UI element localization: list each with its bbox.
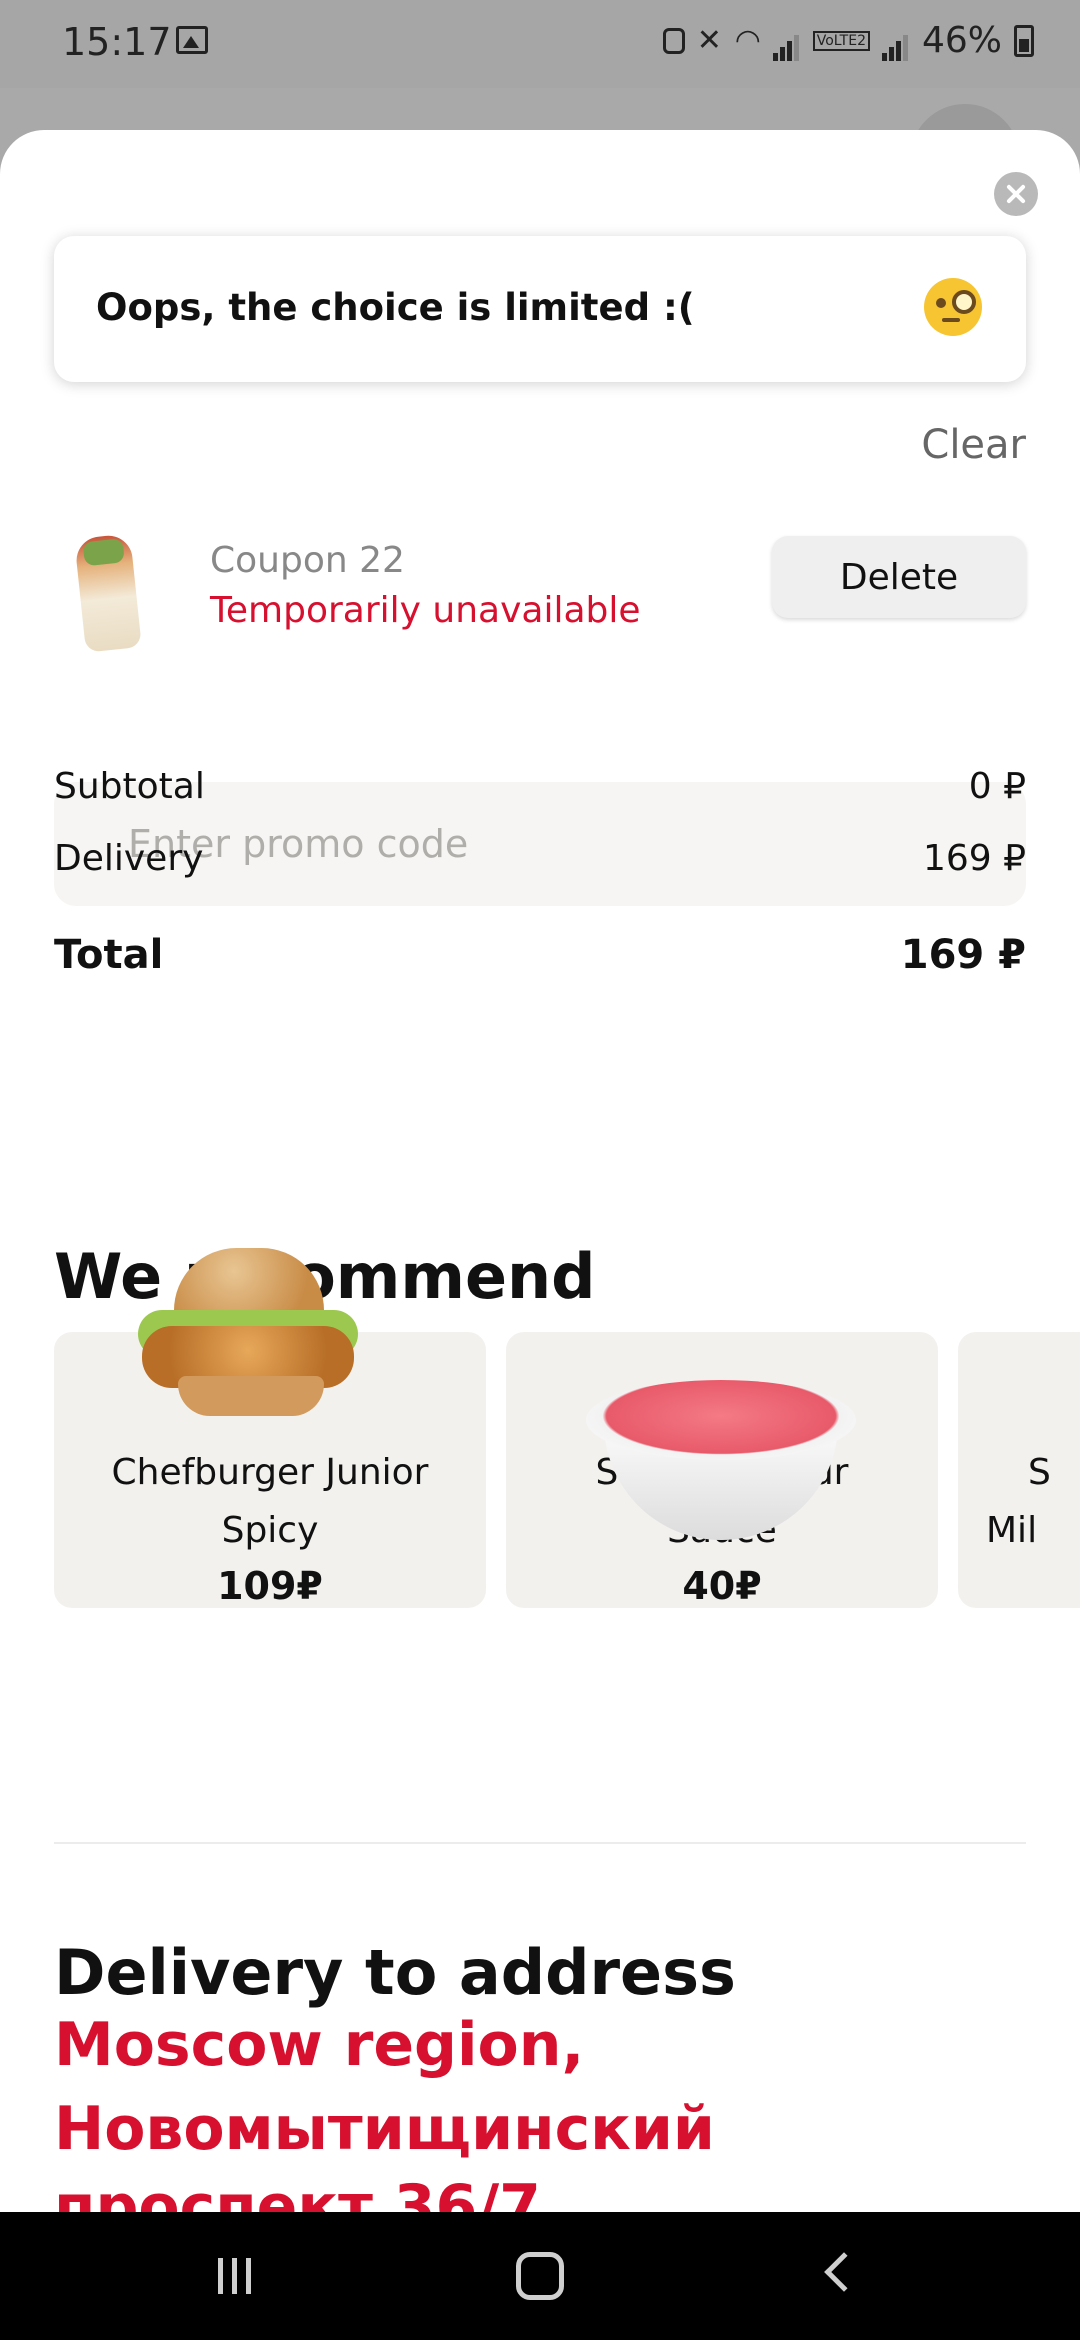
total-label: Total (54, 932, 164, 978)
card-name: Chefburger Junior Spicy (111, 1452, 429, 1551)
subtotal-label: Subtotal (54, 766, 205, 807)
close-icon[interactable] (994, 172, 1038, 216)
navigation-bar (0, 2212, 1080, 2340)
subtotal-value: 0 ₽ (968, 766, 1026, 807)
delivery-row: Delivery 169 ₽ (54, 838, 1026, 879)
subtotal-row: Subtotal 0 ₽ (54, 766, 1026, 807)
wifi-icon: ◠ (734, 22, 761, 58)
card-price: 40₽ (682, 1564, 762, 1608)
delivery-label: Delivery (54, 838, 204, 879)
monocle-face-icon (924, 278, 982, 336)
delivery-title: Delivery to address (54, 1936, 736, 2009)
blocker-icon (662, 27, 685, 54)
volte-lte2-icon: VoLTE2 (812, 30, 870, 51)
home-icon[interactable] (516, 2252, 564, 2300)
delete-button[interactable]: Delete (772, 536, 1026, 618)
gallery-icon (176, 26, 208, 54)
cart-sheet: Oops, the choice is limited :( Clear Cou… (0, 130, 1080, 2212)
status-time: 15:17 (62, 20, 172, 64)
recommend-card-partial[interactable]: S Mil (958, 1332, 1080, 1608)
divider (54, 1842, 1026, 1844)
coupon-name: Coupon 22 (210, 540, 405, 581)
recent-apps-icon[interactable] (218, 2258, 262, 2294)
address-line-2[interactable]: Новомытищинский (54, 2094, 715, 2164)
coupon-item: Coupon 22 Temporarily unavailable Delete (54, 532, 1026, 692)
sauce-image (586, 1380, 856, 1544)
total-row: Total 169 ₽ (54, 932, 1026, 978)
coupon-status: Temporarily unavailable (210, 590, 641, 631)
clear-button[interactable]: Clear (921, 422, 1026, 468)
status-icons: ✕ ◠ VoLTE2 46% (662, 20, 1034, 61)
signal-icon-2 (881, 20, 910, 61)
card-price: 109₽ (217, 1564, 323, 1608)
alert-text: Oops, the choice is limited :( (96, 286, 695, 329)
mute-icon: ✕ (696, 22, 722, 58)
chefburger-image (130, 1248, 362, 1418)
card-name: S Mil (986, 1452, 1051, 1551)
back-icon[interactable] (824, 2252, 864, 2292)
status-bar: 15:17 ✕ ◠ VoLTE2 46% (0, 0, 1080, 88)
signal-icon (772, 20, 801, 61)
total-value: 169 ₽ (900, 932, 1026, 978)
battery-icon (1014, 24, 1034, 57)
wrap-image (74, 533, 142, 653)
battery-percent: 46% (921, 20, 1002, 61)
limited-choice-alert: Oops, the choice is limited :( (54, 236, 1026, 382)
address-line-1[interactable]: Moscow region, (54, 2010, 584, 2080)
delivery-value: 169 ₽ (922, 838, 1026, 879)
